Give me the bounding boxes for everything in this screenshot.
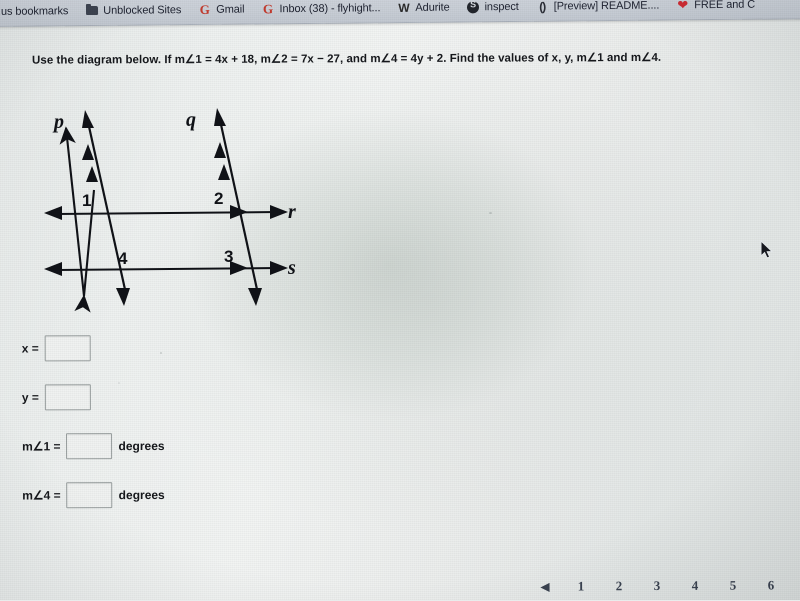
x-input[interactable]	[44, 335, 91, 362]
question-text: Use the diagram below. If m∠1 = 4x + 18,…	[31, 51, 662, 67]
answer-label-angle4: m∠4 =	[22, 488, 61, 503]
answer-row-y: y =	[22, 383, 282, 412]
pagination-page-2[interactable]: 2	[600, 578, 638, 594]
google-g-icon: G	[199, 1, 210, 17]
line-p	[59, 110, 130, 313]
answer-label-y: y =	[21, 390, 39, 405]
pagination-page-1[interactable]: 1	[562, 578, 600, 594]
answer-row-x: x =	[22, 334, 282, 363]
bookmark-item-adurite[interactable]: W Adurite	[397, 0, 450, 15]
bookmark-item-unblocked-sites[interactable]: Unblocked Sites	[85, 3, 181, 17]
pagination-page-5[interactable]: 5	[714, 578, 752, 594]
bookmark-label: .us bookmarks	[0, 4, 69, 18]
line-label-q: q	[186, 109, 196, 131]
answer-unit-angle1: degrees	[118, 438, 165, 454]
angle-label-3: 3	[224, 247, 233, 266]
angle4-input[interactable]	[66, 482, 113, 509]
answer-row-angle1: m∠1 = degrees	[22, 432, 282, 461]
angle-label-2: 2	[214, 189, 223, 208]
pagination-page-6[interactable]: 6	[752, 577, 790, 593]
bookmark-label: Inbox (38) - flyhight...	[279, 1, 381, 15]
line-label-r: r	[288, 201, 296, 223]
bookmark-label: inspect	[484, 0, 519, 13]
bookmark-label: FREE and C	[694, 0, 756, 11]
bookmark-item-preview-readme[interactable]: () [Preview] README....	[536, 0, 660, 13]
y-input[interactable]	[44, 384, 91, 411]
pagination-prev-button[interactable]: ◀	[528, 580, 562, 594]
angle1-input[interactable]	[66, 433, 113, 460]
answer-label-angle1: m∠1 =	[22, 439, 61, 454]
paren-icon: ()	[539, 0, 546, 14]
angle-label-4: 4	[118, 249, 128, 268]
bookmark-item-free-and-c[interactable]: ❤ FREE and C	[676, 0, 756, 13]
pagination-page-4[interactable]: 4	[676, 578, 714, 594]
bookmark-item-gmail[interactable]: G Gmail	[198, 1, 245, 17]
mouse-cursor	[760, 239, 774, 260]
bookmark-label: Adurite	[415, 1, 450, 14]
bookmark-item-us-bookmarks[interactable]: .us bookmarks	[0, 5, 68, 18]
folder-icon	[85, 4, 98, 17]
pagination-page-3[interactable]: 3	[638, 578, 676, 594]
bookmark-label: [Preview] README....	[553, 0, 660, 13]
pagination: ◀ 1 2 3 4 5 6	[528, 571, 800, 600]
line-label-s: s	[287, 257, 296, 279]
answer-unit-angle4: degrees	[118, 487, 165, 503]
answer-row-angle4: m∠4 = degrees	[22, 481, 282, 510]
bookmark-item-inbox[interactable]: G Inbox (38) - flyhight...	[261, 1, 381, 17]
s-circle-icon	[466, 0, 480, 13]
angle-label-1: 1	[82, 191, 91, 210]
answers-section: x = y = m∠1 = degrees m∠4 = degrees	[22, 334, 283, 531]
w-icon: W	[398, 0, 410, 15]
line-label-p: p	[52, 111, 64, 133]
bookmark-label: Unblocked Sites	[103, 3, 182, 17]
geometry-diagram: r s p q 1 2 3 4	[38, 98, 318, 318]
diagram-svg: r s p q 1 2 3 4	[44, 108, 296, 313]
heart-icon: ❤	[677, 0, 689, 13]
bookmark-item-inspect[interactable]: inspect	[466, 0, 519, 13]
answer-label-x: x =	[21, 341, 39, 356]
google-g-icon: G	[262, 1, 274, 17]
bookmark-label: Gmail	[216, 3, 245, 16]
